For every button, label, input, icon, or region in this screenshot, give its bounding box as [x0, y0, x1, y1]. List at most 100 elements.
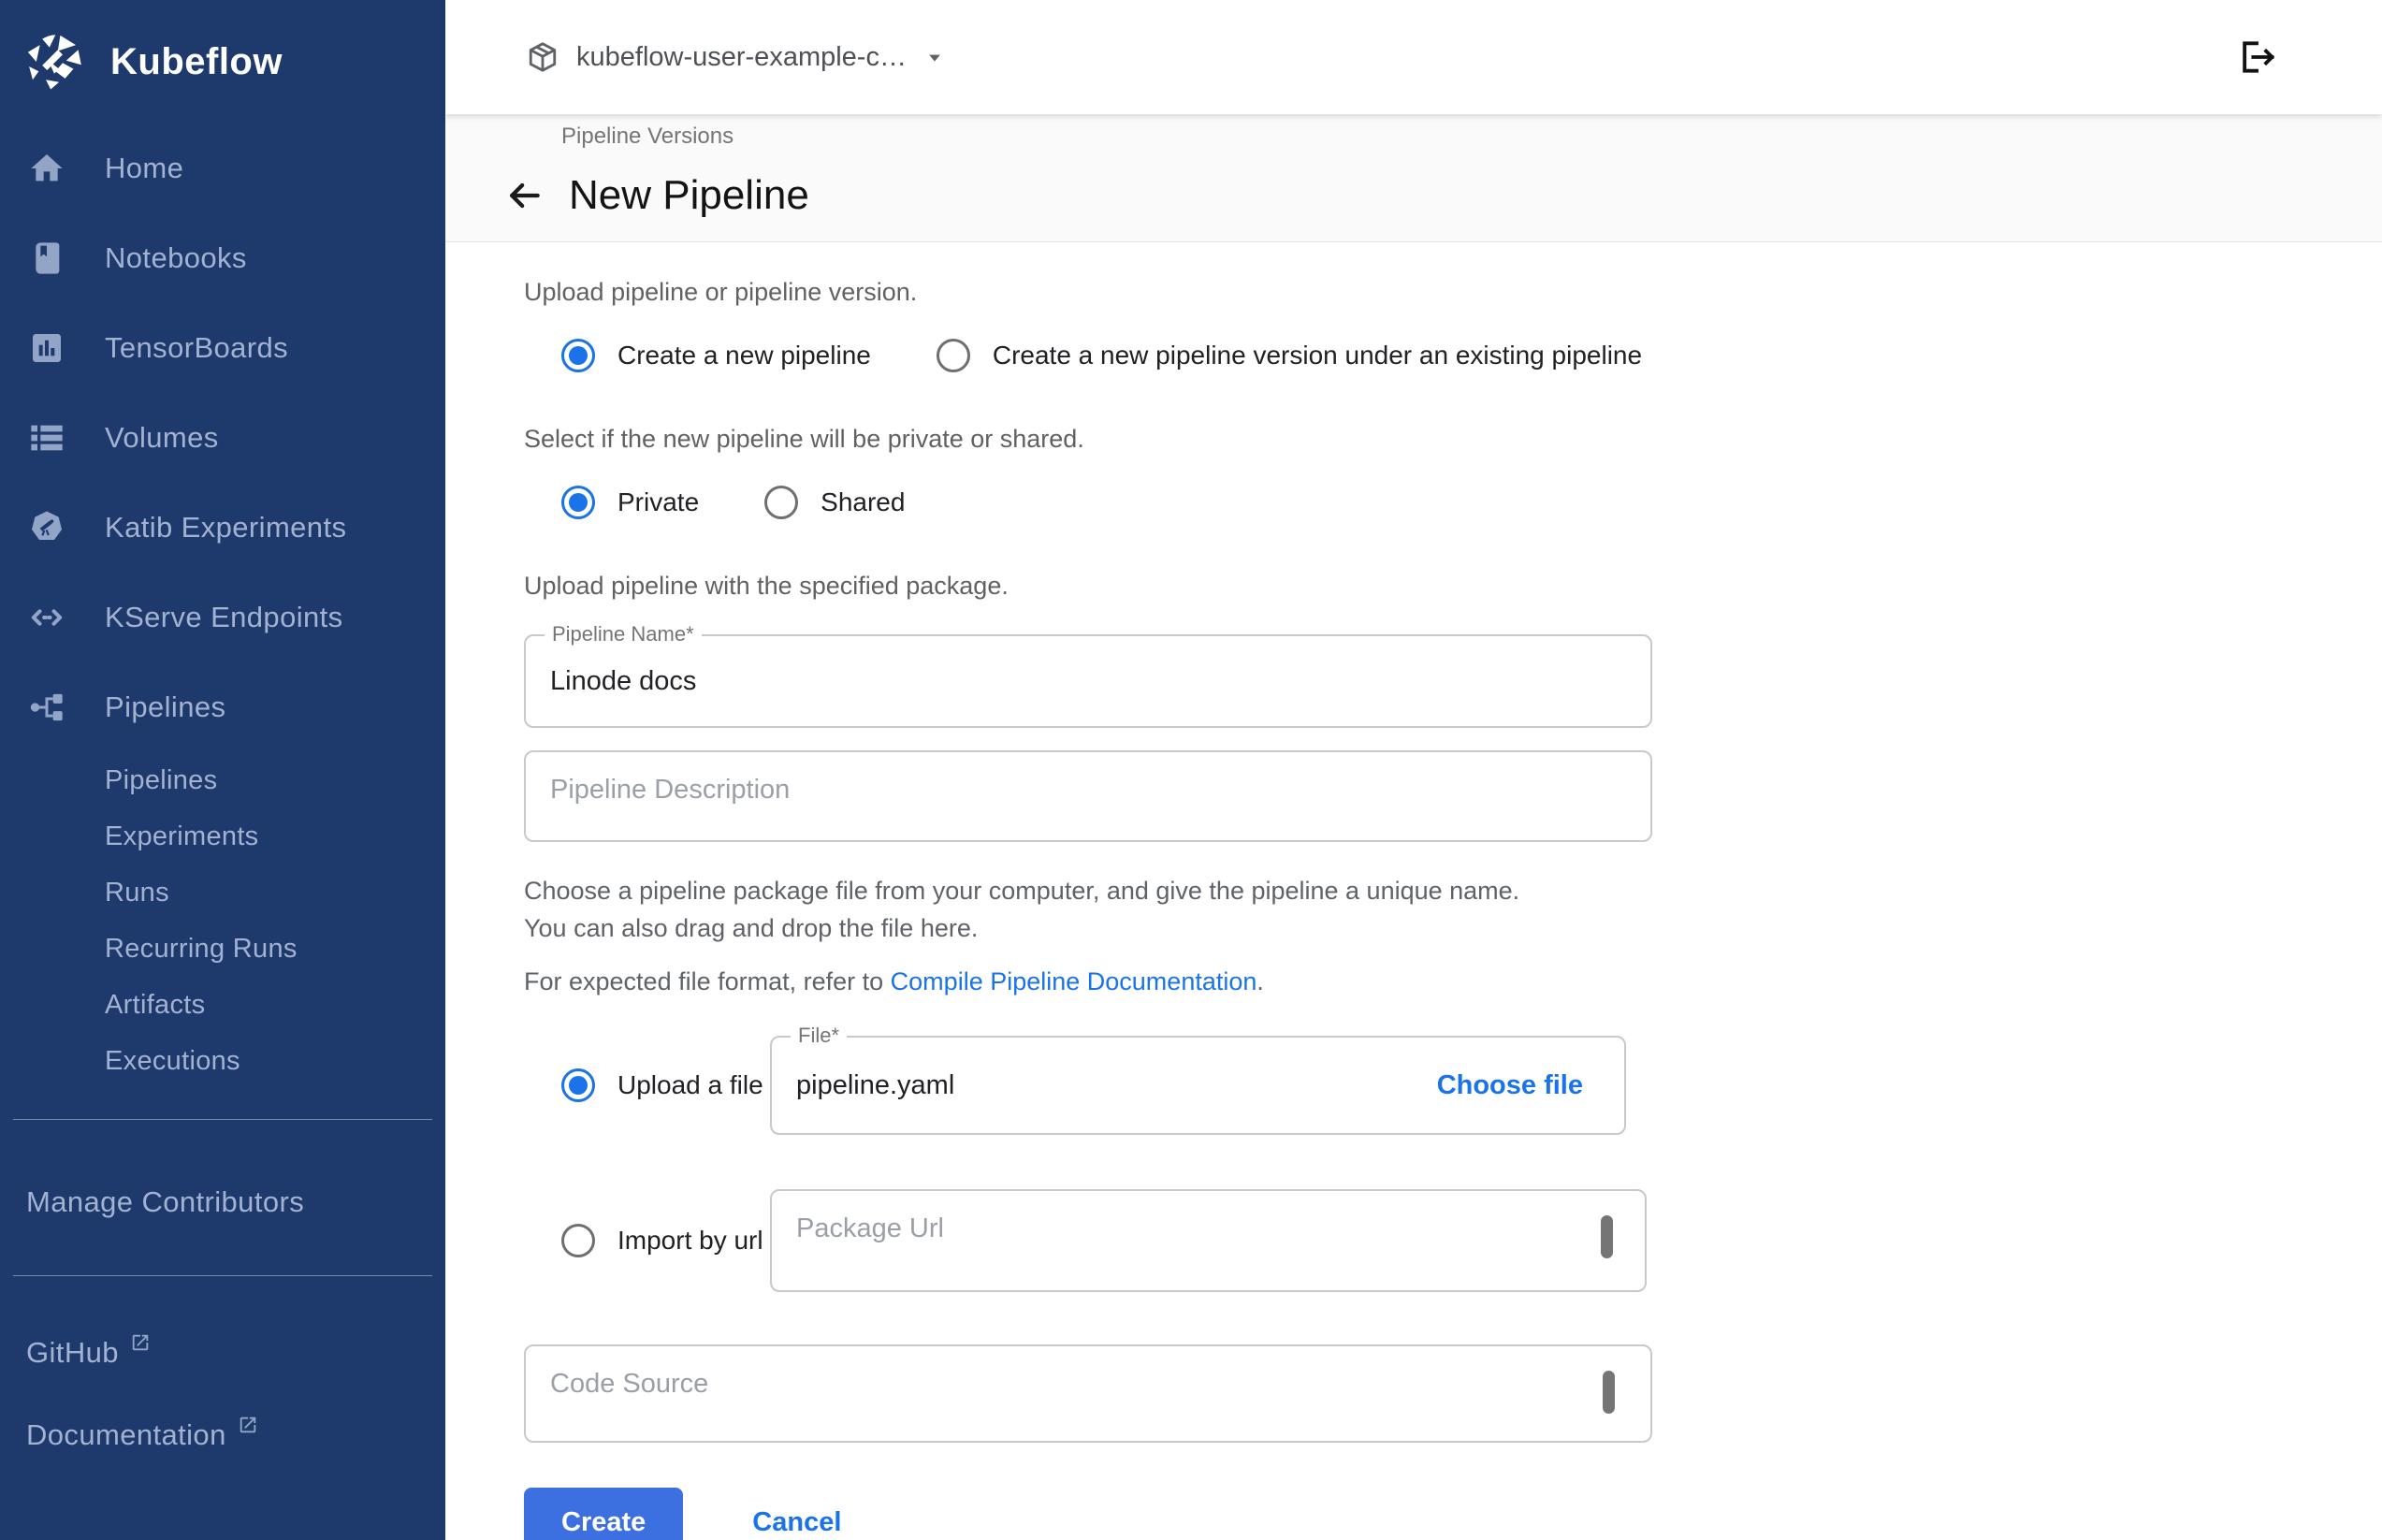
sidebar-item-volumes[interactable]: Volumes	[0, 393, 445, 483]
sidebar-divider	[13, 1119, 432, 1120]
radio-label: Shared	[821, 487, 905, 517]
file-name-value: pipeline.yaml	[796, 1070, 954, 1101]
radio-create-pipeline-version[interactable]: Create a new pipeline version under an e…	[937, 339, 1642, 372]
katib-telescope-icon	[28, 509, 65, 546]
package-help-text: Choose a pipeline package file from your…	[524, 872, 2382, 947]
kubeflow-logo[interactable]: Kubeflow	[0, 0, 445, 123]
manage-contributors-label: Manage Contributors	[26, 1185, 304, 1218]
storage-icon	[28, 419, 65, 457]
radio-private[interactable]: Private	[561, 486, 699, 519]
package-section-label: Upload pipeline with the specified packa…	[524, 572, 2382, 601]
radio-shared[interactable]: Shared	[764, 486, 905, 519]
radio-selected-icon	[561, 1068, 595, 1102]
radio-import-by-url[interactable]: Import by url	[524, 1224, 770, 1257]
scrollbar-thumb[interactable]	[1601, 1215, 1613, 1258]
help-line-2: You can also drag and drop the file here…	[524, 909, 2382, 947]
breadcrumb[interactable]: Pipeline Versions	[561, 123, 733, 150]
app-title: Kubeflow	[110, 41, 283, 83]
radio-label: Create a new pipeline	[617, 341, 871, 370]
radio-label: Import by url	[617, 1226, 763, 1256]
sidebar-subitem-experiments[interactable]: Experiments	[0, 808, 445, 864]
sidebar-item-pipelines[interactable]: Pipelines	[0, 662, 445, 752]
code-source-field	[524, 1344, 1652, 1443]
sidebar-item-home[interactable]: Home	[0, 123, 445, 213]
file-format-text: For expected file format, refer to Compi…	[524, 967, 2382, 996]
sidebar-item-label: TensorBoards	[105, 331, 288, 365]
radio-selected-icon	[561, 486, 595, 519]
namespace-label: kubeflow-user-example-c…	[576, 42, 907, 73]
namespace-selector[interactable]: kubeflow-user-example-c…	[526, 40, 948, 74]
sidebar-link-documentation[interactable]: Documentation	[26, 1418, 445, 1452]
package-url-field	[770, 1189, 1647, 1292]
page-title: New Pipeline	[569, 172, 809, 219]
visibility-section-label: Select if the new pipeline will be priva…	[524, 425, 2382, 454]
logout-button[interactable]	[2236, 36, 2277, 78]
namespace-cube-icon	[526, 40, 559, 74]
sidebar-subitem-recurring-runs[interactable]: Recurring Runs	[0, 921, 445, 977]
notebook-icon	[28, 240, 65, 277]
sidebar-divider	[13, 1275, 432, 1276]
new-pipeline-form: Upload pipeline or pipeline version. Cre…	[445, 242, 2382, 1540]
sidebar-subitem-label: Pipelines	[105, 765, 217, 796]
create-button[interactable]: Create	[524, 1488, 683, 1540]
sidebar-link-github[interactable]: GitHub	[26, 1336, 445, 1370]
pipeline-description-input[interactable]	[526, 752, 1650, 840]
sidebar-item-manage-contributors[interactable]: Manage Contributors	[26, 1185, 445, 1219]
documentation-link-label: Documentation	[26, 1418, 226, 1452]
github-link-label: GitHub	[26, 1336, 119, 1370]
back-arrow-icon	[503, 175, 545, 216]
sidebar-item-katib-experiments[interactable]: Katib Experiments	[0, 483, 445, 573]
sidebar-subitem-pipelines[interactable]: Pipelines	[0, 752, 445, 808]
upload-section-label: Upload pipeline or pipeline version.	[524, 278, 2382, 307]
external-link-icon	[130, 1332, 151, 1353]
radio-label: Private	[617, 487, 699, 517]
sidebar: Kubeflow Home Notebooks TensorBoards Vol…	[0, 0, 445, 1540]
kubeflow-logo-icon	[24, 32, 84, 92]
format-text-suffix: .	[1256, 967, 1264, 995]
help-line-1: Choose a pipeline package file from your…	[524, 872, 2382, 909]
radio-upload-a-file[interactable]: Upload a file	[524, 1068, 770, 1102]
back-button[interactable]	[503, 175, 545, 216]
code-arrows-icon	[28, 599, 65, 636]
sidebar-item-label: Volumes	[105, 421, 219, 455]
form-actions: Create Cancel	[524, 1488, 2382, 1540]
format-text-prefix: For expected file format, refer to	[524, 967, 891, 995]
scrollbar-thumb[interactable]	[1603, 1371, 1615, 1414]
radio-label: Create a new pipeline version under an e…	[993, 341, 1642, 370]
sidebar-item-label: KServe Endpoints	[105, 601, 343, 634]
page-header: Pipeline Versions New Pipeline	[445, 114, 2382, 242]
top-bar: kubeflow-user-example-c…	[445, 0, 2382, 114]
pipeline-tree-icon	[28, 689, 65, 726]
sidebar-item-kserve-endpoints[interactable]: KServe Endpoints	[0, 573, 445, 662]
compile-pipeline-documentation-link[interactable]: Compile Pipeline Documentation	[891, 967, 1257, 995]
code-source-input[interactable]	[526, 1346, 1650, 1441]
file-field: File* pipeline.yaml Choose file	[770, 1036, 1626, 1135]
sidebar-subitem-label: Executions	[105, 1046, 240, 1077]
main-area: kubeflow-user-example-c… Pipeline Versio…	[445, 0, 2382, 1540]
sidebar-subitem-executions[interactable]: Executions	[0, 1033, 445, 1089]
upload-file-row: Upload a file File* pipeline.yaml Choose…	[524, 1036, 2382, 1135]
cancel-button[interactable]: Cancel	[752, 1507, 841, 1538]
radio-unselected-icon	[561, 1224, 595, 1257]
sidebar-subitem-runs[interactable]: Runs	[0, 864, 445, 921]
radio-selected-icon	[561, 339, 595, 372]
sidebar-item-label: Pipelines	[105, 690, 225, 724]
sidebar-item-tensorboards[interactable]: TensorBoards	[0, 303, 445, 393]
visibility-radio-group: Private Shared	[561, 486, 2382, 519]
pipeline-type-radio-group: Create a new pipeline Create a new pipel…	[561, 339, 2382, 372]
sidebar-subitem-label: Recurring Runs	[105, 934, 298, 965]
external-link-icon	[238, 1415, 258, 1435]
pipeline-name-input[interactable]	[526, 636, 1650, 726]
pipeline-description-field	[524, 750, 1652, 842]
sidebar-item-label: Notebooks	[105, 241, 247, 275]
logout-icon	[2236, 36, 2277, 78]
home-icon	[28, 150, 65, 187]
sidebar-subitem-artifacts[interactable]: Artifacts	[0, 977, 445, 1033]
package-url-input[interactable]	[772, 1191, 1645, 1290]
sidebar-item-notebooks[interactable]: Notebooks	[0, 213, 445, 303]
sidebar-item-label: Home	[105, 152, 183, 185]
radio-create-new-pipeline[interactable]: Create a new pipeline	[561, 339, 871, 372]
sidebar-subitem-label: Experiments	[105, 821, 258, 852]
sidebar-subitem-label: Artifacts	[105, 990, 205, 1021]
choose-file-button[interactable]: Choose file	[1437, 1070, 1583, 1101]
